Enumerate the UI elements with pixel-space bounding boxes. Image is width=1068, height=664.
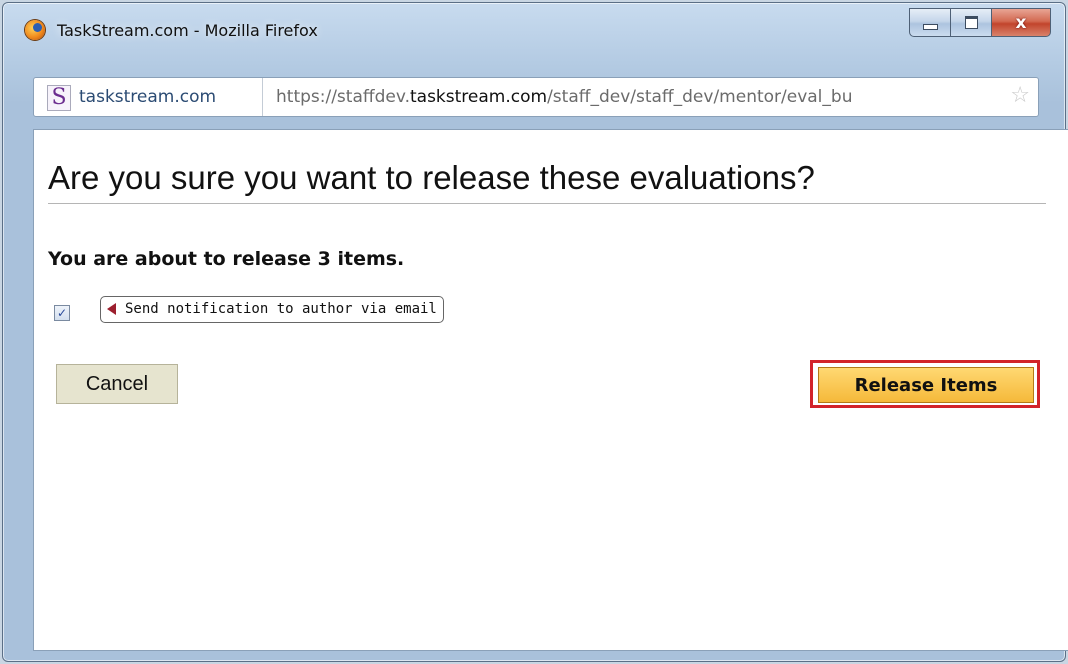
dialog-heading: Are you sure you want to release these e… <box>48 159 815 196</box>
release-items-button[interactable]: Release Items <box>818 367 1034 403</box>
site-identity-button[interactable]: S taskstream.com <box>34 78 263 116</box>
site-name: taskstream.com <box>79 87 217 107</box>
url-text[interactable]: https://staffdev.taskstream.com/staff_de… <box>276 87 1006 107</box>
maximize-icon <box>964 16 978 29</box>
browser-popup-window: TaskStream.com - Mozilla Firefox x S tas… <box>2 2 1068 662</box>
maximize-button[interactable] <box>951 8 992 37</box>
url-domain: taskstream.com <box>409 87 548 107</box>
url-path: /staff_dev/staff_dev/mentor/eval_bu <box>547 87 853 107</box>
firefox-icon <box>25 20 45 40</box>
cancel-button[interactable]: Cancel <box>56 364 178 404</box>
heading-divider <box>48 203 1046 204</box>
window-controls: x <box>909 8 1051 37</box>
address-bar[interactable]: S taskstream.com https://staffdev.taskst… <box>33 77 1039 117</box>
release-items-highlight: Release Items <box>810 360 1040 408</box>
dialog-content: Are you sure you want to release these e… <box>33 129 1068 651</box>
minimize-button[interactable] <box>909 8 951 37</box>
close-button[interactable]: x <box>992 8 1051 37</box>
notify-author-label: Send notification to author via email <box>100 296 444 323</box>
taskstream-icon: S <box>47 85 71 111</box>
tooltip-pointer-icon <box>107 303 116 315</box>
notify-author-checkbox[interactable]: ✓ <box>54 305 70 321</box>
url-prefix: https://staffdev. <box>276 87 410 107</box>
window-title: TaskStream.com - Mozilla Firefox <box>57 21 318 40</box>
title-bar[interactable]: TaskStream.com - Mozilla Firefox x <box>3 3 1065 55</box>
release-count-message: You are about to release 3 items. <box>48 248 405 270</box>
notify-author-label-text: Send notification to author via email <box>125 301 437 317</box>
star-icon[interactable]: ☆ <box>1010 84 1030 108</box>
minimize-icon <box>922 23 938 30</box>
close-icon: x <box>1015 12 1027 33</box>
